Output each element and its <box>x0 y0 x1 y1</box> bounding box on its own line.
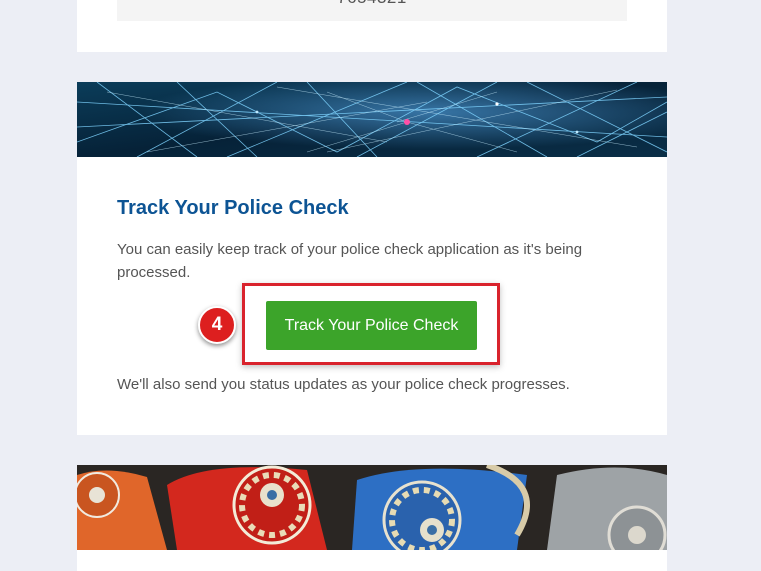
track-police-check-button[interactable]: Track Your Police Check <box>266 301 477 350</box>
step-number-badge: 4 <box>198 306 236 344</box>
network-lines-image <box>77 82 667 157</box>
reference-number: 7654321 <box>117 0 627 8</box>
reference-number-box: 7654321 <box>117 0 627 21</box>
next-section-card <box>77 465 667 571</box>
email-page: 7654321 <box>0 0 761 571</box>
section-description: You can easily keep track of your police… <box>117 241 583 281</box>
reference-card: 7654321 <box>77 0 667 52</box>
status-updates-text: We'll also send you status updates as yo… <box>117 376 570 393</box>
section-title: Track Your Police Check <box>117 197 349 219</box>
rotary-telephones-image <box>77 465 667 550</box>
track-police-check-card: Track Your Police Check You can easily k… <box>77 82 667 435</box>
